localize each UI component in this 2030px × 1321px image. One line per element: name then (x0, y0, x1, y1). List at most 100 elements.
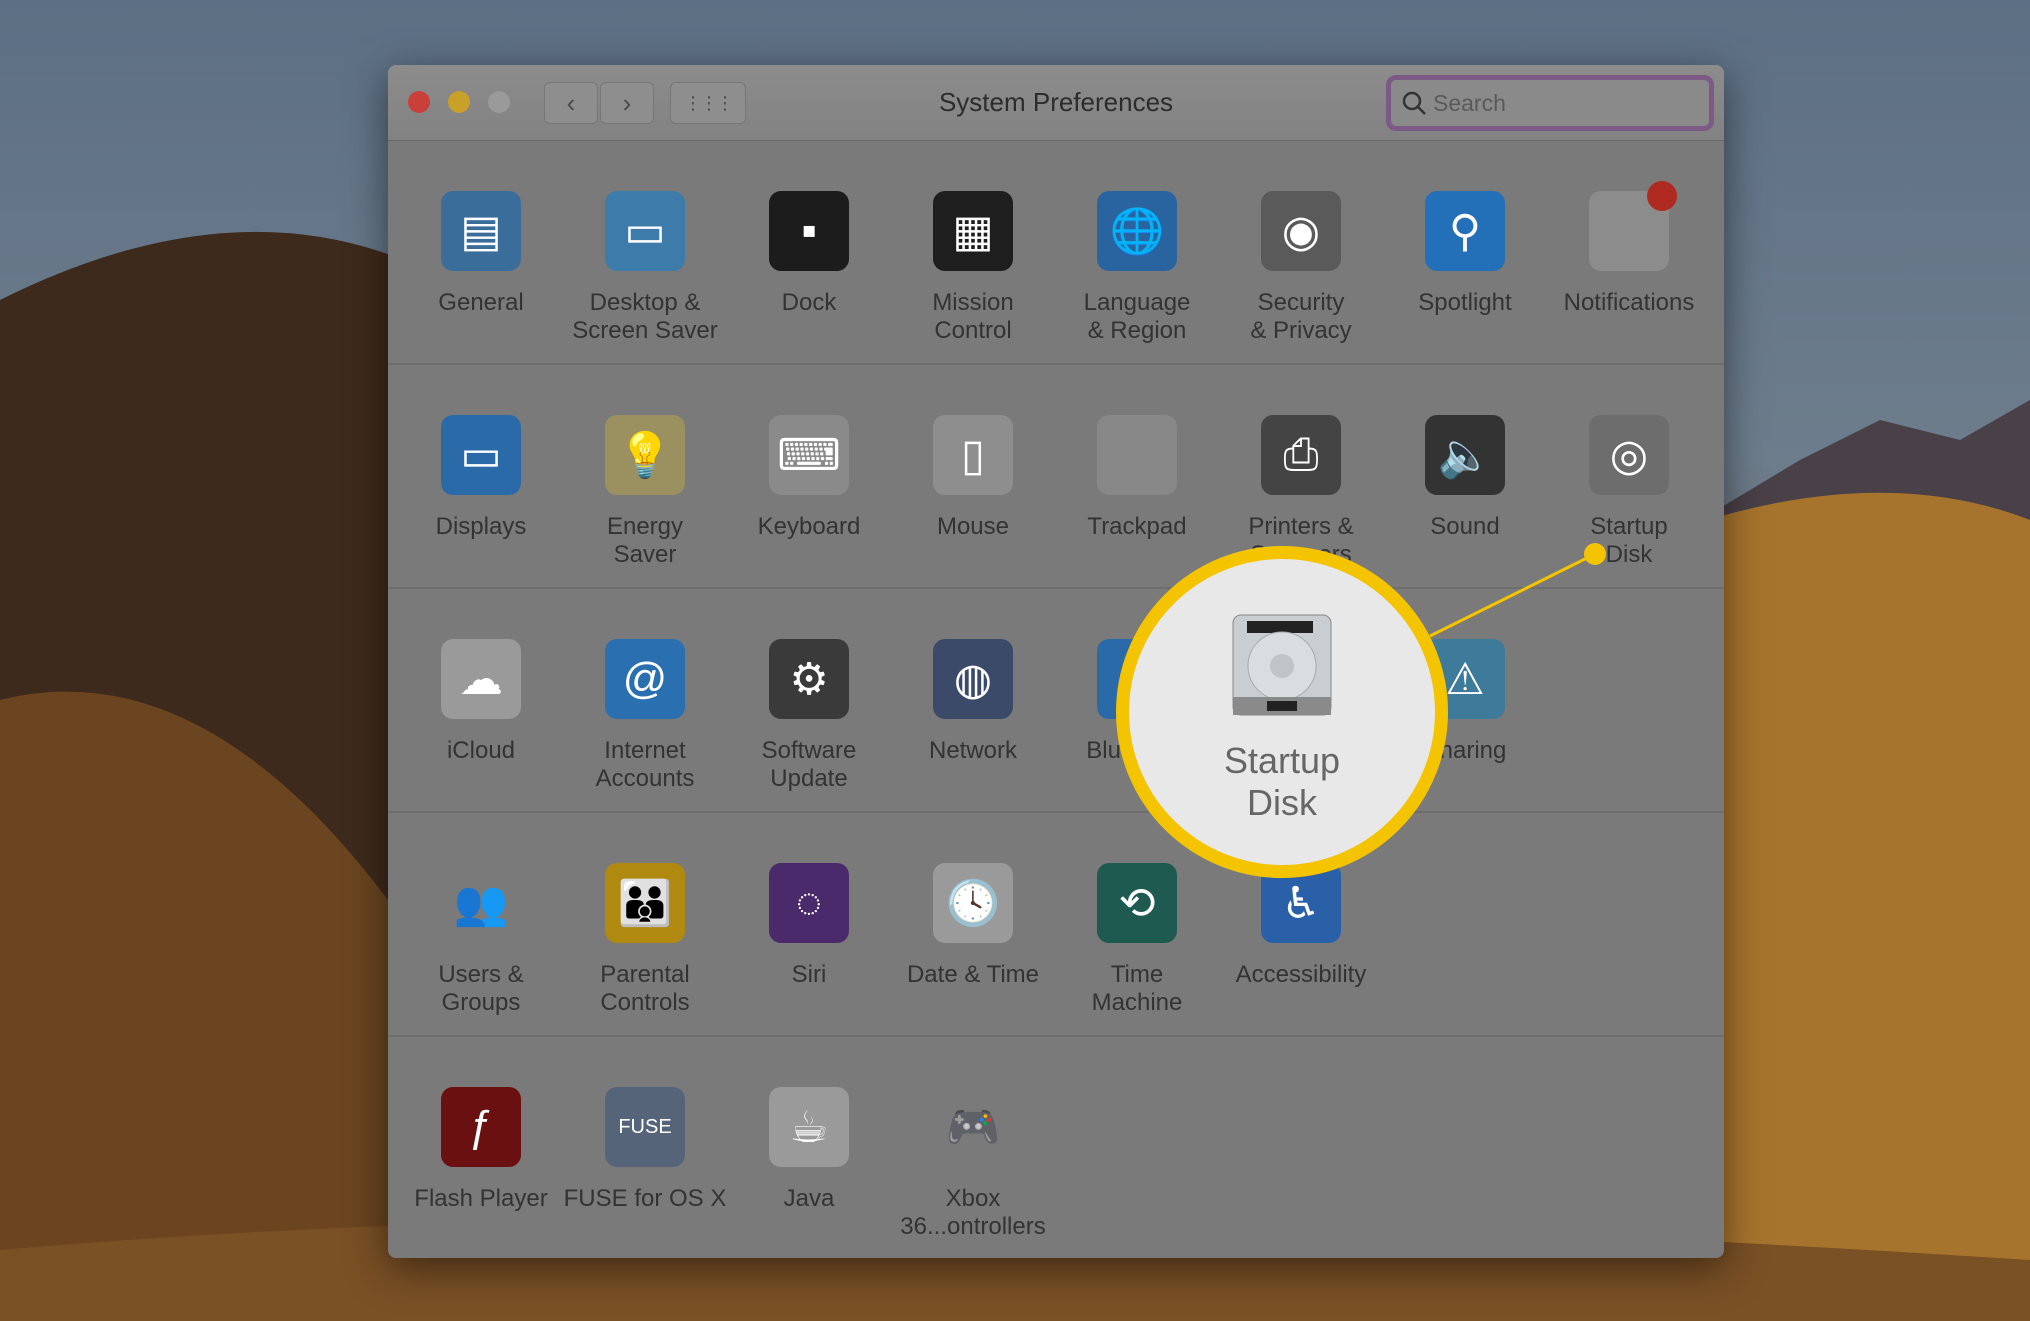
pane-keyboard[interactable]: ⌨ Keyboard (727, 415, 891, 541)
pane-network[interactable]: ◍ Network (891, 639, 1055, 765)
pane-software-update[interactable]: ⚙ Software Update (727, 639, 891, 793)
spotlight-magnifier-icon: ⚲ (1425, 191, 1505, 271)
gamepad-icon: 🎮 (945, 1103, 1001, 1152)
pane-icloud[interactable]: ☁ iCloud (399, 639, 563, 765)
hard-disk-icon: ◎ (1589, 415, 1669, 495)
pane-date-time[interactable]: 🕓 Date & Time (891, 863, 1055, 989)
pane-label: Language & Region (1083, 289, 1191, 344)
pane-sound[interactable]: 🔈 Sound (1383, 415, 1547, 541)
magnifier-startup-disk[interactable]: Startup Disk (1116, 546, 1448, 878)
pane-mission-control[interactable]: ▦ Mission Control (891, 191, 1055, 345)
pane-label: Network (928, 737, 1018, 764)
pane-label: Java (783, 1185, 835, 1212)
desktop-icon: ▭ (605, 191, 685, 271)
parental-controls-icon: 👪 (605, 863, 685, 943)
pane-accessibility[interactable]: ♿ Accessibility (1219, 863, 1383, 989)
mission-control-icon: ▦ (933, 191, 1013, 271)
general-icon: ▤ (441, 191, 521, 271)
keyboard-icon: ⌨ (769, 415, 849, 495)
search-icon (1402, 91, 1426, 115)
pane-label: Trackpad (1087, 513, 1187, 540)
pane-label: FUSE for OS X (563, 1185, 727, 1212)
pane-label: Users & Groups (438, 961, 524, 1016)
fuse-disk-icon: FUSE (605, 1087, 685, 1167)
pane-label: Security & Privacy (1250, 289, 1352, 344)
pane-row: ▭ Displays 💡 Energy Saver ⌨ Keyboard ▯ Mouse Tra… (388, 365, 1724, 589)
pane-label: Desktop & Screen Saver (572, 289, 718, 344)
pane-label: Mission Control (932, 289, 1014, 344)
pane-label: iCloud (446, 737, 516, 764)
pane-parental-controls[interactable]: 👪 Parental Controls (563, 863, 727, 1017)
pane-startup-disk[interactable]: ◎ Startup Disk (1547, 415, 1711, 569)
security-house-icon: ◉ (1261, 191, 1341, 271)
pane-label: Energy Saver (606, 513, 684, 568)
pane-displays[interactable]: ▭ Displays (399, 415, 563, 541)
trackpad-icon (1097, 415, 1177, 495)
pane-label: Sound (1430, 513, 1500, 540)
display-icon: ▭ (441, 415, 521, 495)
pane-java[interactable]: ☕ Java (727, 1087, 891, 1213)
pane-internet-accounts[interactable]: @ Internet Accounts (563, 639, 727, 793)
pane-label: Mouse (936, 513, 1010, 540)
pane-flash-player[interactable]: ƒ Flash Player (399, 1087, 563, 1213)
mouse-icon: ▯ (933, 415, 1013, 495)
flag-globe-icon: 🌐 (1097, 191, 1177, 271)
pane-label: Notifications (1563, 289, 1695, 316)
pane-row: 👥 Users & Groups 👪 Parental Controls ◌ Siri 🕓 D… (388, 813, 1724, 1037)
pane-xbox-36-ontrollers[interactable]: 🎮 Xbox 36...ontrollers (891, 1087, 1055, 1241)
pane-trackpad[interactable]: Trackpad (1055, 415, 1219, 541)
dock-icon: ▪ (769, 191, 849, 271)
pane-label: Flash Player (414, 1185, 548, 1212)
pane-siri[interactable]: ◌ Siri (727, 863, 891, 989)
lightbulb-icon: 💡 (605, 415, 685, 495)
pane-label: Time Machine (1091, 961, 1183, 1016)
pane-row: ☁ iCloud @ Internet Accounts ⚙ Software Updat… (388, 589, 1724, 813)
pane-notifications[interactable]: Notifications (1547, 181, 1711, 317)
pane-label: Internet Accounts (595, 737, 695, 792)
pane-security-privacy[interactable]: ◉ Security & Privacy (1219, 191, 1383, 345)
notifications-icon (1589, 181, 1677, 271)
clock-calendar-icon: 🕓 (933, 863, 1013, 943)
title-bar: ‹ › ⋮⋮⋮ System Preferences Search (388, 65, 1724, 141)
printer-icon: ⎙ (1261, 415, 1341, 495)
notification-badge (1647, 181, 1677, 211)
search-field[interactable]: Search (1386, 75, 1714, 131)
pane-label: Parental Controls (600, 961, 690, 1016)
system-preferences-window: ‹ › ⋮⋮⋮ System Preferences Search ▤ Gener… (388, 65, 1724, 1258)
at-sign-icon: @ (605, 639, 685, 719)
pane-users-groups[interactable]: 👥 Users & Groups (399, 863, 563, 1017)
flash-icon: ƒ (441, 1087, 521, 1167)
speaker-icon: 🔈 (1425, 415, 1505, 495)
pane-label: Software Update (761, 737, 857, 792)
pane-mouse[interactable]: ▯ Mouse (891, 415, 1055, 541)
pane-label: Accessibility (1235, 961, 1367, 988)
pane-label: Displays (435, 513, 527, 540)
search-placeholder: Search (1433, 89, 1506, 116)
time-machine-icon: ⟲ (1097, 863, 1177, 943)
pane-label: Date & Time (906, 961, 1040, 988)
icloud-icon: ☁ (441, 639, 521, 719)
pane-label: Dock (781, 289, 837, 316)
pane-row: ƒ Flash Player FUSE FUSE for OS X ☕ Java 🎮 Xbox… (388, 1037, 1724, 1258)
pane-language-region[interactable]: 🌐 Language & Region (1055, 191, 1219, 345)
pane-row: ▤ General ▭ Desktop & Screen Saver ▪ Dock ▦ Mis… (388, 141, 1724, 365)
pane-printers-scanners[interactable]: ⎙Printers & Scanners (1219, 415, 1383, 569)
pane-label: Keyboard (757, 513, 861, 540)
hard-disk-icon (1232, 614, 1332, 716)
pane-general[interactable]: ▤ General (399, 191, 563, 317)
pane-spotlight[interactable]: ⚲ Spotlight (1383, 191, 1547, 317)
pane-time-machine[interactable]: ⟲ Time Machine (1055, 863, 1219, 1017)
pane-fuse-for-os-x[interactable]: FUSE FUSE for OS X (563, 1087, 727, 1213)
pane-dock[interactable]: ▪ Dock (727, 191, 891, 317)
globe-icon: ◍ (933, 639, 1013, 719)
pane-label: Startup Disk (1590, 513, 1668, 568)
pane-energy-saver[interactable]: 💡 Energy Saver (563, 415, 727, 569)
gear-icon: ⚙ (769, 639, 849, 719)
pane-desktop-screen-saver[interactable]: ▭ Desktop & Screen Saver (563, 191, 727, 345)
pane-label: Xbox 36...ontrollers (900, 1185, 1046, 1240)
pane-label: General (438, 289, 524, 316)
pane-label: Siri (791, 961, 827, 988)
users-icon: 👥 (453, 879, 509, 928)
pane-label: Spotlight (1418, 289, 1512, 316)
siri-icon: ◌ (769, 863, 849, 943)
